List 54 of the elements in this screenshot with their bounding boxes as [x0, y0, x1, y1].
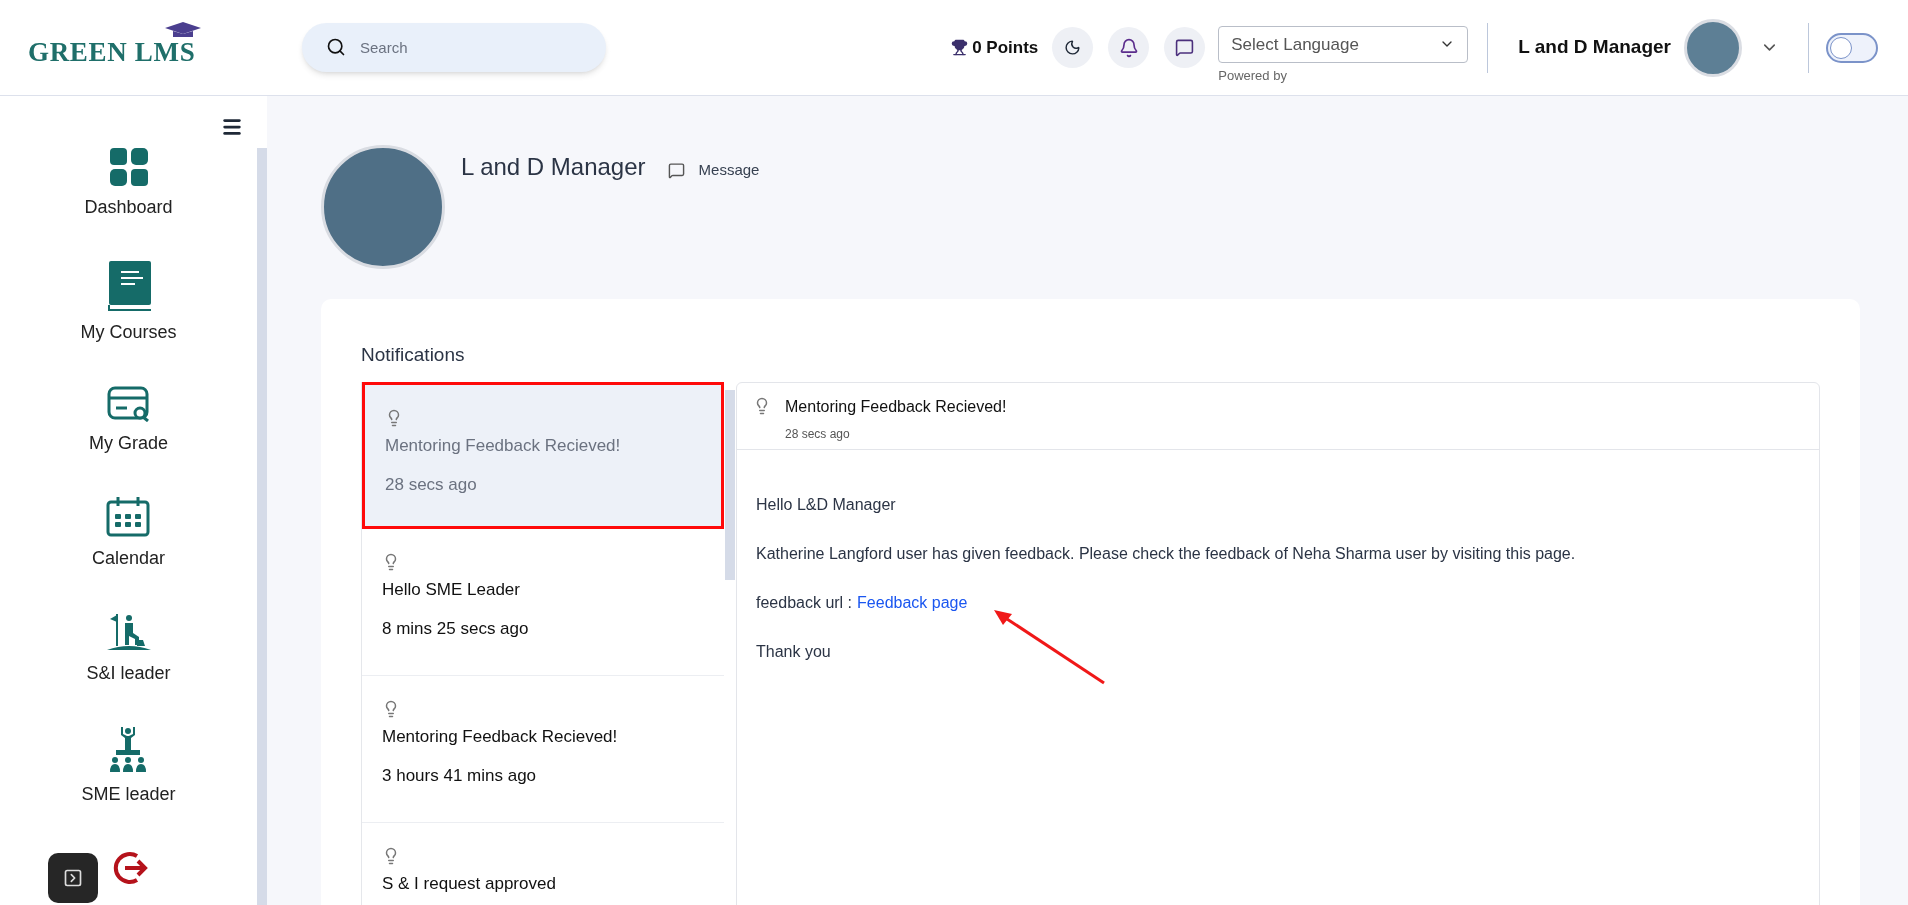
closing-text: Thank you [756, 641, 832, 662]
feedback-page-link[interactable]: Feedback page [857, 590, 968, 615]
scrollbar[interactable] [725, 389, 735, 580]
calendar-icon [106, 497, 151, 537]
notification-button[interactable] [1108, 27, 1150, 68]
sidebar-item[interactable]: My Grade [89, 386, 168, 457]
powered-by-caption: Powered by [1218, 66, 1288, 85]
notification-title: Mentoring Feedback Recieved! [385, 434, 622, 457]
book-icon [106, 261, 151, 311]
theme-toggle[interactable] [1826, 32, 1878, 63]
dashboard-icon [109, 148, 148, 186]
chat-icon [667, 161, 685, 179]
sidebar-item[interactable]: S&I leader [86, 612, 171, 687]
notification-item[interactable]: Hello SME Leader 8 mins 25 secs ago [362, 528, 724, 676]
climber-flag-icon [106, 612, 151, 652]
sidebar-item[interactable]: SME leader [81, 727, 176, 808]
detail-title: Mentoring Feedback Recieved! [785, 396, 1007, 417]
url-label: feedback url : [756, 592, 853, 613]
bell-icon [1118, 37, 1139, 58]
notification-title: S & I request approved [382, 872, 557, 895]
notification-item[interactable]: S & I request approved [362, 822, 724, 905]
logo[interactable]: GREEN LMS [28, 22, 218, 73]
notification-time: 8 mins 25 secs ago [382, 618, 530, 640]
panel-toggle-button[interactable] [48, 853, 98, 903]
language-select[interactable]: Select Language [1218, 25, 1469, 63]
notification-title: Mentoring Feedback Recieved! [382, 725, 619, 748]
trophy-icon [951, 39, 969, 56]
dark-mode-button[interactable] [1052, 27, 1094, 68]
search-field[interactable]: Search [302, 23, 606, 72]
user-name: L and D Manager [1518, 35, 1671, 60]
chevron-right-icon [63, 868, 83, 888]
notification-time: 3 hours 41 mins ago [382, 765, 538, 787]
message-link[interactable]: Message [667, 159, 760, 182]
notification-time: 28 secs ago [385, 474, 478, 496]
sidebar-item[interactable]: Dashboard [84, 148, 173, 221]
card-search-icon [106, 386, 151, 422]
chat-button[interactable] [1164, 27, 1206, 68]
sidebar-item[interactable]: Calendar [91, 497, 165, 572]
menu-icon[interactable] [221, 116, 243, 138]
message-text: Katherine Langford user has given feedback. Please check the feedback of Neha Sharma user by visiting this page. [756, 543, 1577, 564]
graduation-cap-icon [165, 22, 201, 39]
notification-item[interactable]: Mentoring Feedback Recieved! 28 secs ago [362, 381, 724, 529]
profile-name: L and D Manager [461, 152, 646, 182]
detail-time: 28 secs ago [785, 425, 851, 443]
moon-icon [1064, 39, 1082, 56]
sidebar-item[interactable]: My Courses [80, 261, 177, 346]
scrollbar[interactable] [257, 148, 267, 905]
greeting-text: Hello L&D Manager [756, 494, 897, 515]
search-icon [326, 37, 346, 57]
chat-icon [1175, 38, 1195, 57]
notification-item[interactable]: Mentoring Feedback Recieved! 3 hours 41 mins ago [362, 675, 724, 823]
notifications-heading: Notifications [361, 343, 466, 367]
points-count: 0 Points [972, 36, 1039, 59]
notification-title: Hello SME Leader [382, 578, 521, 601]
